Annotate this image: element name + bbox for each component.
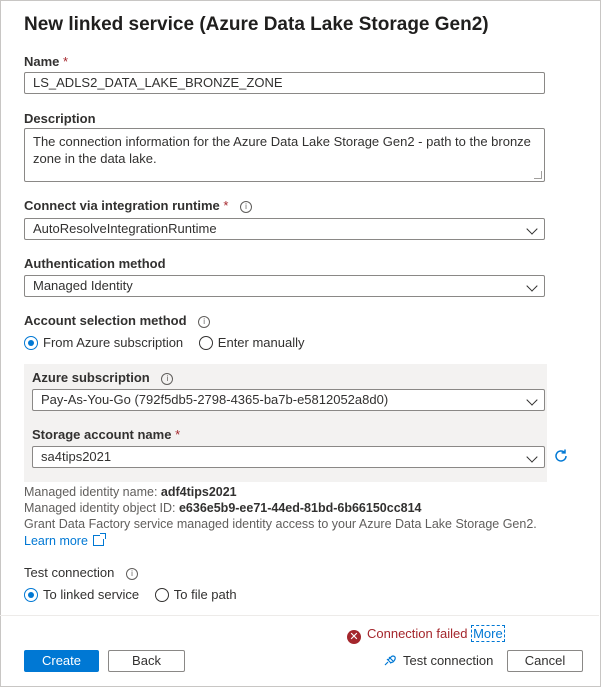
identity-id-line: Managed identity object ID: e636e5b9-ee7… — [24, 501, 422, 515]
connection-status: ✕ Connection failed More — [347, 625, 505, 644]
learn-more-link[interactable]: Learn more — [24, 533, 106, 548]
name-label: Name * — [24, 54, 69, 69]
chevron-down-icon — [526, 394, 538, 406]
dialog-title: New linked service (Azure Data Lake Stor… — [24, 14, 489, 35]
identity-name-line: Managed identity name: adf4tips2021 — [24, 485, 237, 499]
info-icon[interactable]: i — [240, 201, 253, 213]
chevron-down-icon — [526, 223, 538, 235]
account-selection-radio-group: From Azure subscription Enter manually — [24, 335, 305, 350]
auth-select[interactable]: Managed Identity — [24, 275, 545, 297]
account-selection-label: Account selection method i — [24, 313, 211, 328]
grant-text: Grant Data Factory service managed ident… — [24, 517, 537, 531]
create-button[interactable]: Create — [24, 650, 99, 672]
radio-enter-manually[interactable]: Enter manually — [198, 335, 305, 350]
chevron-down-icon — [526, 451, 538, 463]
description-textarea[interactable]: The connection information for the Azure… — [24, 128, 545, 182]
radio-to-file-path[interactable]: To file path — [154, 587, 237, 602]
test-connection-radio-group: To linked service To file path — [24, 587, 237, 602]
chevron-down-icon — [526, 280, 538, 292]
storage-select[interactable]: sa4tips2021 — [32, 446, 545, 468]
description-label: Description — [24, 111, 96, 126]
subscription-select[interactable]: Pay-As-You-Go (792f5db5-2798-4365-ba7b-e… — [32, 389, 545, 411]
resize-handle[interactable] — [534, 171, 542, 179]
storage-label: Storage account name * — [32, 427, 181, 442]
more-link[interactable]: More — [471, 625, 505, 642]
external-link-icon — [92, 533, 106, 546]
plug-icon — [384, 655, 396, 666]
radio-to-linked-service[interactable]: To linked service — [24, 587, 139, 602]
radio-from-subscription[interactable]: From Azure subscription — [24, 335, 183, 350]
error-icon: ✕ — [347, 630, 361, 644]
name-input[interactable]: LS_ADLS2_DATA_LAKE_BRONZE_ZONE — [24, 72, 545, 94]
subscription-label: Azure subscription i — [32, 370, 174, 385]
description-text: The connection information for the Azure… — [33, 134, 531, 166]
runtime-select[interactable]: AutoResolveIntegrationRuntime — [24, 218, 545, 240]
footer-divider — [0, 615, 599, 616]
test-connection-button[interactable]: Test connection — [383, 653, 493, 668]
info-icon[interactable]: i — [198, 316, 211, 328]
cancel-button[interactable]: Cancel — [507, 650, 583, 672]
back-button[interactable]: Back — [108, 650, 185, 672]
info-icon[interactable]: i — [125, 568, 138, 580]
runtime-label: Connect via integration runtime * i — [24, 198, 253, 213]
auth-label: Authentication method — [24, 256, 166, 271]
info-icon[interactable]: i — [161, 373, 174, 385]
test-connection-label: Test connection i — [24, 565, 138, 580]
refresh-icon[interactable] — [553, 448, 569, 464]
